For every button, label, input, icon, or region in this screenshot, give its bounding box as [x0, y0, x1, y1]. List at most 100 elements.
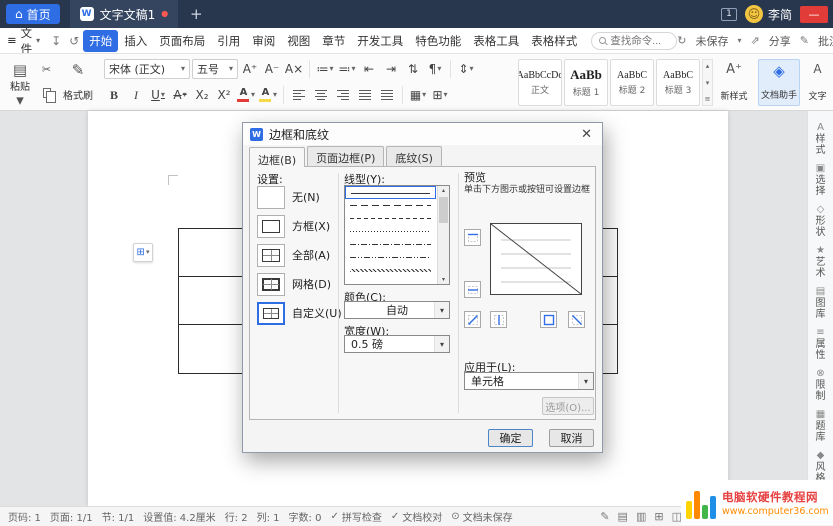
menu-item-references[interactable]: 引用 [211, 30, 246, 52]
border-setting-custom[interactable]: 自定义(U) [257, 301, 342, 325]
text-tool-button[interactable]: A 文字 [804, 59, 831, 106]
user-avatar[interactable]: ☺ [745, 5, 763, 23]
dialog-titlebar[interactable]: W 边框和底纹 ✕ [243, 123, 602, 145]
menu-item-table-style[interactable]: 表格样式 [525, 30, 583, 52]
decrease-indent-button[interactable]: ⇤ [359, 59, 379, 79]
align-right-button[interactable] [333, 85, 353, 105]
align-left-button[interactable] [289, 85, 309, 105]
gallery-up-icon[interactable]: ▴ [706, 62, 710, 70]
spellcheck-status[interactable]: ✓ 拼写检查 [330, 509, 381, 524]
undo-icon[interactable]: ↺ [65, 35, 83, 47]
cancel-button[interactable]: 取消 [549, 429, 594, 447]
line-style-option-solid[interactable] [345, 186, 436, 199]
width-select[interactable]: 0.5 磅 ▾ [344, 335, 450, 353]
border-setting-none[interactable]: 无(N) [257, 185, 320, 209]
save-status-label[interactable]: 未保存 [696, 33, 729, 49]
diagonal-up-border-button[interactable] [464, 311, 481, 328]
ok-button[interactable]: 确定 [488, 429, 533, 447]
rail-item-shapes[interactable]: ◇形状 [815, 205, 827, 238]
menu-item-special-features[interactable]: 特色功能 [409, 30, 467, 52]
line-style-option-dash[interactable] [345, 212, 436, 225]
rail-item-library[interactable]: ▤图库 [815, 287, 827, 320]
new-style-button[interactable]: A⁺ 新样式 [716, 59, 752, 106]
cut-button[interactable]: ✂ [38, 61, 55, 78]
ink-tool-icon[interactable]: ✎ [600, 511, 609, 522]
menu-item-review[interactable]: 审阅 [246, 30, 281, 52]
line-style-option-pattern[interactable] [345, 264, 436, 277]
new-tab-button[interactable]: + [186, 5, 206, 23]
line-style-option-dot[interactable] [345, 225, 436, 238]
file-menu[interactable]: ≡ 文件 ▾ [0, 28, 47, 54]
line-style-option-dash-dot-dot[interactable] [345, 251, 436, 264]
apply-to-select[interactable]: 单元格 ▾ [464, 372, 594, 390]
gallery-down-icon[interactable]: ▾ [706, 79, 710, 87]
style-card-heading1[interactable]: AaBb 标题 1 [564, 59, 608, 106]
tab-borders[interactable]: 边框(B) [249, 147, 305, 167]
format-painter-button[interactable]: ✎ 格式刷 [60, 59, 96, 106]
web-layout-icon[interactable]: ⊞ [654, 511, 663, 522]
align-center-button[interactable] [311, 85, 331, 105]
color-select[interactable]: 自动 ▾ [344, 301, 450, 319]
copy-button[interactable] [38, 84, 55, 101]
rail-item-properties[interactable]: ≡属性 [815, 328, 827, 361]
border-setting-all[interactable]: 全部(A) [257, 243, 330, 267]
tab-page-border[interactable]: 页面边框(P) [307, 146, 384, 166]
line-style-list[interactable]: ▴ ▾ [344, 185, 450, 285]
font-size-select[interactable]: 五号 ▾ [192, 59, 238, 79]
border-setting-grid[interactable]: 网格(D) [257, 272, 331, 296]
font-family-select[interactable]: 宋体 (正文) ▾ [104, 59, 190, 79]
inner-vertical-border-button[interactable] [490, 311, 507, 328]
menu-item-home[interactable]: 开始 [83, 30, 118, 52]
scroll-up-icon[interactable]: ▴ [438, 187, 449, 194]
doc-assistant-button[interactable]: ◈ 文档助手 [758, 59, 800, 106]
clear-format-button[interactable]: A× [284, 59, 304, 79]
command-search-box[interactable] [591, 32, 677, 50]
rail-item-bank[interactable]: ▦题库 [815, 410, 827, 443]
font-color-button[interactable]: A ▾ [236, 85, 256, 105]
print-layout-icon[interactable]: ▥ [636, 511, 646, 522]
document-tab[interactable]: W 文字文稿1 ● [70, 0, 179, 28]
scrollbar-thumb[interactable] [439, 197, 448, 223]
border-setting-box[interactable]: 方框(X) [257, 214, 330, 238]
menu-item-view[interactable]: 视图 [281, 30, 316, 52]
italic-button[interactable]: I [126, 85, 146, 105]
diagonal-down-border-button[interactable] [568, 311, 585, 328]
line-style-option-dash-dot[interactable] [345, 238, 436, 251]
increase-font-button[interactable]: A⁺ [240, 59, 260, 79]
sort-button[interactable]: ⇅ [403, 59, 423, 79]
superscript-button[interactable]: X² [214, 85, 234, 105]
scroll-down-icon[interactable]: ▾ [438, 276, 449, 283]
table-quick-options-button[interactable]: ⊞ ▾ [133, 243, 153, 262]
read-layout-icon[interactable]: ▤ [618, 511, 628, 522]
comment-button[interactable]: 批注 [818, 33, 833, 49]
style-card-heading2[interactable]: AaBbC 标题 2 [610, 59, 654, 106]
paste-button[interactable]: ▤ 粘贴 ▾ [5, 59, 35, 106]
user-name[interactable]: 李简 [768, 6, 792, 23]
top-border-button[interactable] [464, 229, 481, 246]
tab-shading[interactable]: 底纹(S) [386, 146, 442, 166]
menu-item-page-layout[interactable]: 页面布局 [153, 30, 211, 52]
share-button[interactable]: 分享 [769, 33, 791, 49]
borders-button[interactable]: ⊞▾ [430, 85, 450, 105]
line-spacing-button[interactable]: ⇕▾ [456, 59, 476, 79]
home-tab-button[interactable]: ⌂ 首页 [6, 4, 60, 24]
style-card-normal[interactable]: AaBbCcDd 正文 [518, 59, 562, 106]
increase-indent-button[interactable]: ⇥ [381, 59, 401, 79]
status-word-count[interactable]: 字数: 0 [289, 509, 322, 524]
menu-item-section[interactable]: 章节 [316, 30, 351, 52]
chevron-down-icon[interactable]: ▾ [738, 37, 742, 45]
strikethrough-button[interactable]: A▾ [170, 85, 190, 105]
paragraph-marks-button[interactable]: ¶▾ [425, 59, 445, 79]
underline-button[interactable]: U▾ [148, 85, 168, 105]
menu-item-insert[interactable]: 插入 [118, 30, 153, 52]
line-style-option-long-dash[interactable] [345, 199, 436, 212]
distribute-button[interactable] [377, 85, 397, 105]
line-list-scrollbar[interactable]: ▴ ▾ [437, 186, 449, 284]
save-icon[interactable]: ↧ [47, 35, 65, 47]
numbered-list-button[interactable]: ≕▾ [337, 59, 357, 79]
menu-item-table-tools[interactable]: 表格工具 [467, 30, 525, 52]
proofing-status[interactable]: ✓ 文档校对 [391, 509, 442, 524]
justify-button[interactable] [355, 85, 375, 105]
search-input[interactable] [610, 35, 670, 47]
outer-border-button[interactable] [540, 311, 557, 328]
